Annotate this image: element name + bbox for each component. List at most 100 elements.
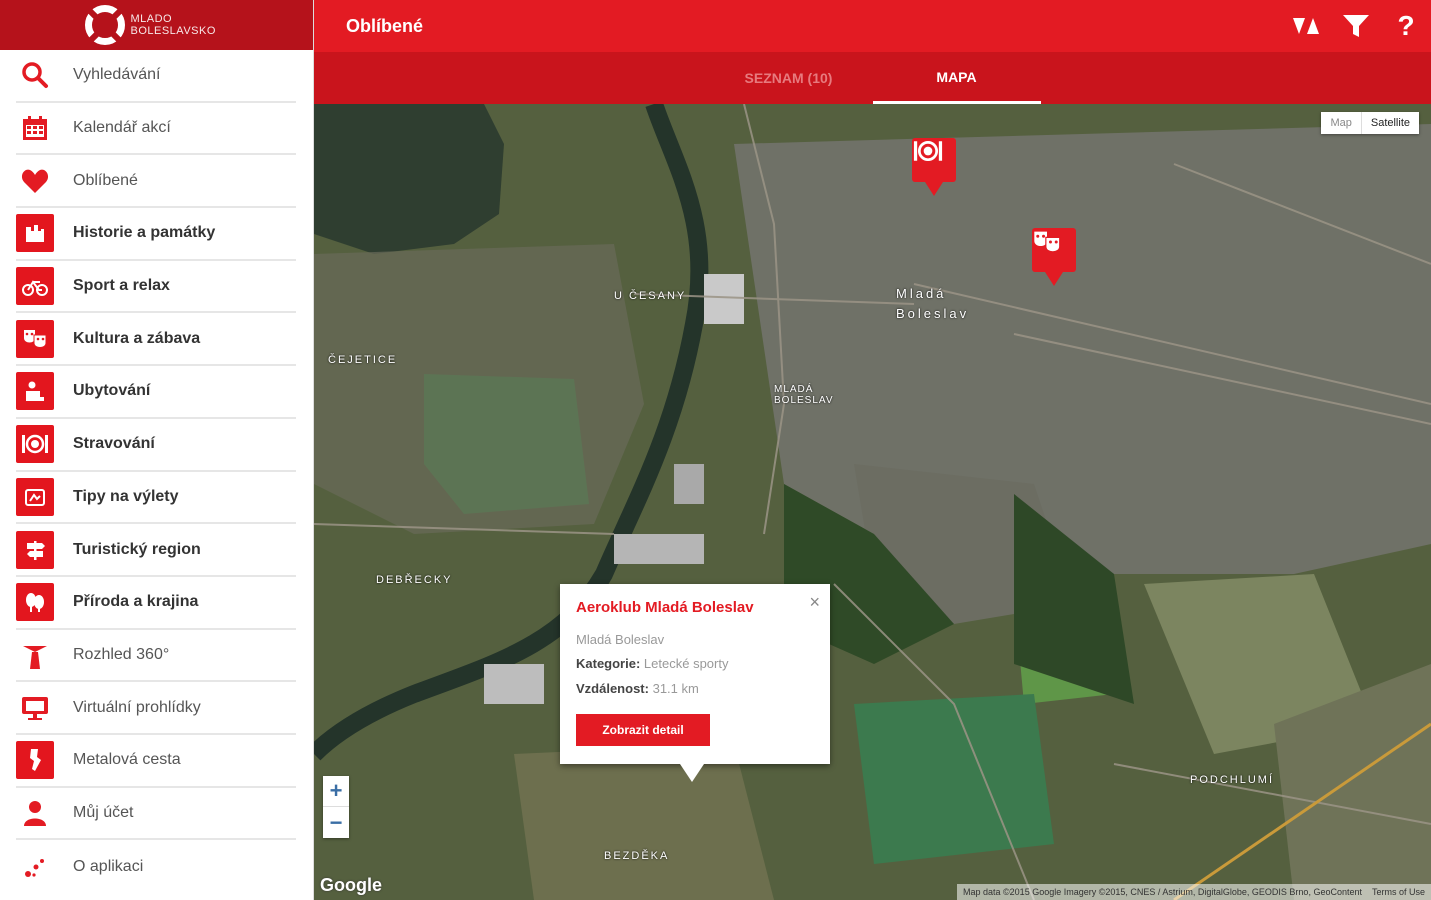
map-type-switch: Map Satellite bbox=[1321, 112, 1419, 134]
sidebar-item-favorites[interactable]: Oblíbené bbox=[16, 155, 296, 209]
info-window-category: Kategorie: Letecké sporty bbox=[576, 656, 728, 671]
sort-button[interactable] bbox=[1291, 11, 1321, 41]
show-detail-button[interactable]: Zobrazit detail bbox=[576, 714, 710, 746]
sidebar-item-label: Virtuální prohlídky bbox=[73, 698, 201, 716]
sidebar-item-metal-path[interactable]: Metalová cesta bbox=[16, 735, 296, 788]
signpost-icon bbox=[16, 530, 54, 569]
sidebar-item-label: Ubytování bbox=[73, 382, 151, 400]
brand-logo[interactable]: MLADO BOLESLAVSKO bbox=[84, 5, 229, 45]
tab-list[interactable]: SEZNAM (10) bbox=[705, 52, 873, 104]
map-label-town: Mladá Boleslav bbox=[896, 286, 970, 321]
info-window-distance: Vzdálenost: 31.1 km bbox=[576, 681, 699, 696]
app-window: MLADO BOLESLAVSKO Vyhledávání Kalendář a… bbox=[0, 0, 1431, 900]
sidebar-item-about[interactable]: O aplikaci bbox=[16, 840, 296, 893]
map-attribution: Map data ©2015 Google Imagery ©2015, CNE… bbox=[957, 884, 1431, 900]
filter-button[interactable] bbox=[1341, 11, 1371, 41]
category-value: Letecké sporty bbox=[643, 656, 729, 671]
view-tabs: SEZNAM (10) MAPA bbox=[314, 52, 1431, 104]
sidebar-item-sport[interactable]: Sport a relax bbox=[16, 261, 296, 314]
map-marker-culture[interactable] bbox=[1032, 228, 1076, 286]
page-title: Oblíbené bbox=[346, 15, 424, 36]
theatre-masks-icon bbox=[16, 319, 54, 358]
zoom-control: + − bbox=[323, 776, 349, 838]
close-icon[interactable]: × bbox=[809, 592, 820, 613]
marker-pointer bbox=[1045, 272, 1063, 286]
heart-icon bbox=[16, 162, 54, 200]
sidebar-item-label: Stravování bbox=[73, 435, 155, 453]
sort-icon bbox=[1293, 18, 1319, 34]
attribution-text: Map data ©2015 Google Imagery ©2015, CNE… bbox=[963, 887, 1362, 897]
help-button[interactable]: ? bbox=[1391, 10, 1421, 41]
search-icon bbox=[16, 56, 54, 94]
sidebar-menu: Vyhledávání Kalendář akcí Oblíbené Histo… bbox=[0, 50, 313, 893]
filter-icon bbox=[1343, 15, 1369, 37]
zoom-in-button[interactable]: + bbox=[323, 776, 349, 807]
sidebar-item-trips[interactable]: Tipy na výlety bbox=[16, 472, 296, 525]
theatre-masks-icon bbox=[1032, 228, 1076, 272]
sidebar-item-calendar[interactable]: Kalendář akcí bbox=[16, 103, 296, 156]
sidebar-item-virtual-tours[interactable]: Virtuální prohlídky bbox=[16, 682, 296, 735]
info-window: × Aeroklub Mladá Boleslav Mladá Boleslav… bbox=[560, 584, 830, 782]
sidebar-item-history[interactable]: Historie a památky bbox=[16, 208, 296, 261]
sidebar-item-panorama[interactable]: Rozhled 360° bbox=[16, 630, 296, 683]
sidebar-item-label: Turistický region bbox=[73, 540, 201, 558]
sidebar-item-label: Vyhledávání bbox=[73, 66, 161, 84]
sidebar-item-search[interactable]: Vyhledávání bbox=[16, 50, 296, 103]
map-label-mlada-boleslav-ii: MLADÁ BOLESLAV bbox=[774, 384, 834, 406]
sidebar-item-label: Kalendář akcí bbox=[73, 119, 171, 137]
distance-value: 31.1 km bbox=[652, 681, 699, 696]
sidebar-item-accommodation[interactable]: Ubytování bbox=[16, 366, 296, 419]
sidebar-item-label: Tipy na výlety bbox=[73, 487, 179, 505]
trip-icon bbox=[16, 477, 54, 516]
sidebar-item-label: Historie a památky bbox=[73, 224, 216, 242]
zoom-out-button[interactable]: − bbox=[323, 807, 349, 838]
sidebar-item-label: Metalová cesta bbox=[73, 751, 181, 769]
tab-map[interactable]: MAPA bbox=[872, 52, 1041, 104]
map-view[interactable]: Mladá Boleslav U ČESANY ČEJETICE DEBŘECK… bbox=[314, 104, 1431, 900]
info-window-title: Aeroklub Mladá Boleslav bbox=[576, 599, 754, 616]
restaurant-icon bbox=[16, 425, 54, 464]
metal-path-icon bbox=[16, 741, 54, 780]
sidebar-item-label: Rozhled 360° bbox=[73, 645, 170, 663]
sidebar-item-label: Můj účet bbox=[73, 803, 134, 821]
hotel-icon bbox=[16, 372, 54, 411]
sidebar-item-label: Sport a relax bbox=[73, 277, 170, 295]
sidebar-item-label: Příroda a krajina bbox=[73, 593, 199, 611]
sidebar-item-label: Oblíbené bbox=[73, 171, 138, 189]
restaurant-icon bbox=[912, 138, 956, 182]
terms-link[interactable]: Terms of Use bbox=[1372, 887, 1425, 897]
app-toolbar: Oblíbené ? bbox=[314, 0, 1431, 52]
marker-pointer bbox=[925, 182, 943, 196]
sidebar-item-account[interactable]: Můj účet bbox=[16, 788, 296, 841]
sidebar-item-label: Kultura a zábava bbox=[73, 329, 201, 347]
user-icon bbox=[16, 794, 54, 832]
sidebar-item-nature[interactable]: Příroda a krajina bbox=[16, 577, 296, 630]
brand-header: MLADO BOLESLAVSKO bbox=[0, 0, 313, 50]
castle-icon bbox=[16, 214, 54, 253]
distance-label: Vzdálenost: bbox=[576, 681, 649, 696]
map-label-bezdeka: BEZDĚKA bbox=[604, 850, 670, 862]
sidebar-item-dining[interactable]: Stravování bbox=[16, 419, 296, 472]
google-logo: Google bbox=[320, 875, 382, 895]
info-window-city: Mladá Boleslav bbox=[576, 632, 665, 647]
bicycle-icon bbox=[16, 267, 54, 306]
map-marker-restaurant[interactable] bbox=[912, 138, 956, 196]
lookout-tower-icon bbox=[16, 636, 54, 674]
toolbar-actions: ? bbox=[1291, 10, 1421, 41]
map-type-map-button[interactable]: Map bbox=[1321, 112, 1362, 134]
map-label-u-cesany: U ČESANY bbox=[614, 290, 687, 302]
sidebar-item-culture[interactable]: Kultura a zábava bbox=[16, 313, 296, 367]
map-type-satellite-button[interactable]: Satellite bbox=[1362, 112, 1419, 134]
lifebuoy-logo-icon bbox=[84, 5, 125, 45]
calendar-icon bbox=[16, 109, 54, 147]
trees-icon bbox=[16, 583, 54, 622]
map-label-podchlumi: PODCHLUMÍ bbox=[1190, 774, 1275, 786]
navigation-drawer: MLADO BOLESLAVSKO Vyhledávání Kalendář a… bbox=[0, 0, 314, 900]
dots-icon bbox=[16, 848, 54, 886]
brand-name: MLADO BOLESLAVSKO bbox=[130, 13, 216, 37]
map-label-cejetice: ČEJETICE bbox=[328, 354, 398, 366]
category-label: Kategorie: bbox=[576, 656, 641, 671]
sidebar-item-region[interactable]: Turistický region bbox=[16, 524, 296, 577]
map-label-debrecky: DEBŘECKY bbox=[376, 574, 453, 586]
monitor-icon bbox=[16, 689, 54, 727]
